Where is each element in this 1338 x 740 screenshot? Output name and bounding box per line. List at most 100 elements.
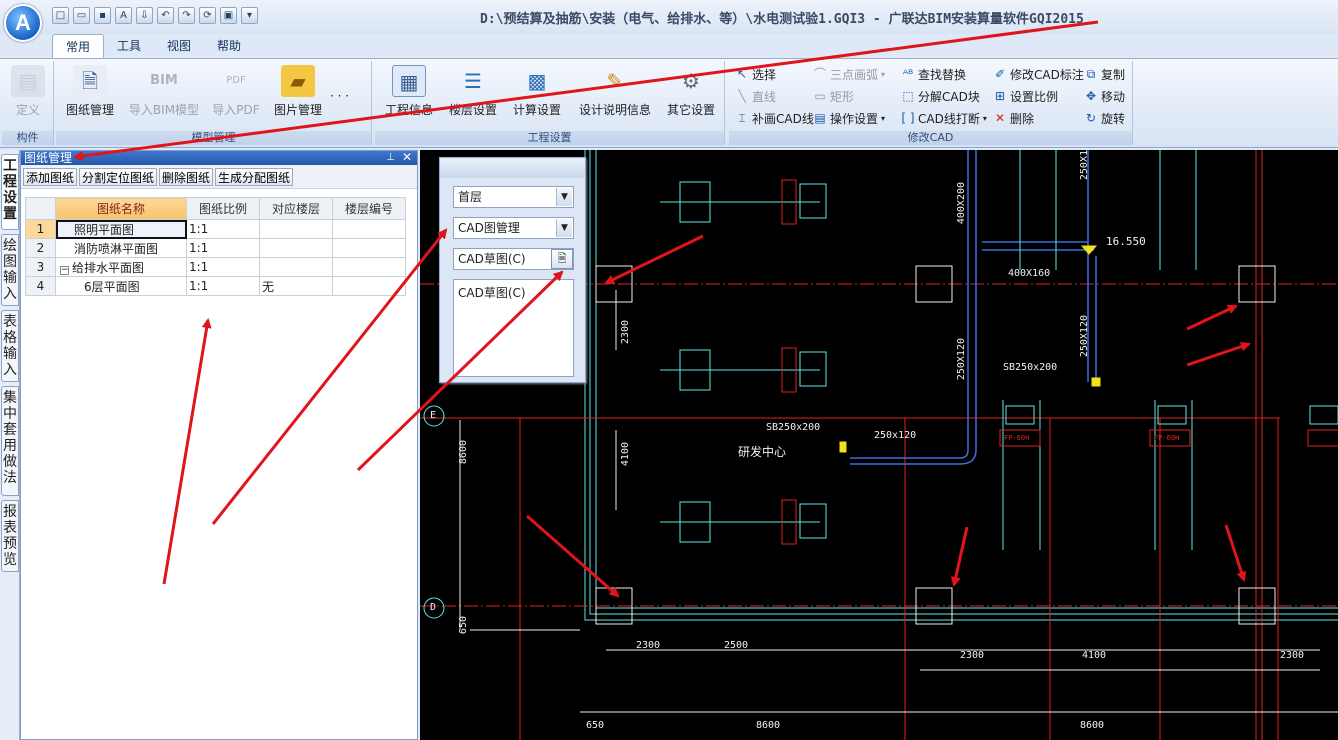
op-settings-button[interactable]: ▤ 操作设置 ▾	[813, 109, 885, 127]
undo-icon[interactable]: ↶	[157, 7, 174, 24]
break-icon: [ ]	[901, 111, 915, 125]
col-header-floor[interactable]: 对应楼层	[259, 197, 333, 220]
explode-cad-block-button[interactable]: ⬚ 分解CAD块	[901, 87, 980, 105]
floor-no-cell[interactable]	[332, 219, 406, 239]
tab-view[interactable]: 视图	[154, 34, 204, 58]
drawing-name-cell[interactable]: 消防喷淋平面图	[55, 238, 187, 258]
drawing-name-cell[interactable]: − 给排水平面图	[55, 257, 187, 277]
vtab-draw-input[interactable]: 绘图输入	[1, 234, 19, 306]
tab-common[interactable]: 常用	[52, 34, 105, 58]
delete-drawing-button[interactable]: 删除图纸	[159, 168, 214, 186]
scale-cell[interactable]: 1:1	[186, 219, 260, 239]
customize-qat-icon[interactable]: ▾	[241, 7, 258, 24]
scale-cell[interactable]: 1:1	[186, 257, 260, 277]
generate-assign-drawing-button[interactable]: 生成分配图纸	[215, 168, 294, 186]
redo-icon[interactable]: ↷	[178, 7, 195, 24]
floor-no-cell[interactable]	[332, 276, 406, 296]
copy-button[interactable]: ⧉ 复制	[1084, 65, 1125, 83]
set-scale-button[interactable]: ⊞ 设置比例	[993, 87, 1058, 105]
save-icon[interactable]: ▪	[94, 7, 111, 24]
col-header-floor-no[interactable]: 楼层编号	[332, 197, 406, 220]
table-row[interactable]: 3 − 给排水平面图 1:1	[25, 257, 406, 277]
tab-tools[interactable]: 工具	[104, 34, 154, 58]
group-model-label: 模型管理	[56, 131, 371, 145]
three-point-arc-button[interactable]: ⌒ 三点画弧 ▾	[813, 65, 885, 83]
cad-sketch-list[interactable]: CAD草图(C)	[453, 279, 574, 377]
cad-panel-header[interactable]	[440, 158, 585, 178]
cad-mgmt-select[interactable]: CAD图管理 ▼	[453, 217, 574, 239]
vtab-project-settings[interactable]: 工程设置	[1, 154, 19, 230]
draw-cad-line-button[interactable]: ⌶ 补画CAD线	[735, 109, 813, 127]
new-file-icon[interactable]: □	[52, 7, 69, 24]
floor-select[interactable]: 首层 ▼	[453, 186, 574, 208]
group-component-label: 构件	[2, 131, 53, 145]
duct-size-label: 400X160	[1008, 268, 1051, 279]
table-row[interactable]: 4 6层平面图 1:1 无	[25, 276, 406, 296]
add-drawing-button[interactable]: 添加图纸	[23, 168, 78, 186]
cad-break-button[interactable]: [ ] CAD线打断 ▾	[901, 109, 986, 127]
scale-cell[interactable]: 1:1	[186, 276, 260, 296]
vtab-apply-method[interactable]: 集中套用做法	[1, 386, 19, 496]
drawing-name-cell[interactable]: 照明平面图	[55, 219, 187, 239]
screen-icon[interactable]: ▣	[220, 7, 237, 24]
dimension-label: 4100	[1082, 650, 1107, 661]
floor-cell[interactable]	[259, 257, 333, 277]
cad-sketch-field[interactable]: CAD草图(C) 🗎	[453, 248, 574, 270]
floor-cell[interactable]	[259, 238, 333, 258]
collapse-toggle-icon[interactable]: −	[60, 265, 69, 275]
floor-no-cell[interactable]	[332, 238, 406, 258]
sketch-document-icon[interactable]: 🗎	[551, 249, 573, 269]
floor-no-cell[interactable]	[332, 257, 406, 277]
rotate-icon: ↻	[1085, 111, 1097, 125]
floor-cell[interactable]: 无	[259, 276, 333, 296]
group-project-label: 工程设置	[375, 131, 724, 145]
app-menu-button[interactable]: A	[4, 4, 42, 42]
vtab-table-input[interactable]: 表格输入	[1, 310, 19, 382]
bim-icon: BIM	[150, 73, 178, 88]
project-info-button[interactable]: ▦ 工程信息	[377, 65, 441, 123]
export-icon[interactable]: ⇩	[136, 7, 153, 24]
more-button[interactable]: · · ·	[330, 87, 349, 105]
move-button[interactable]: ✥ 移动	[1084, 87, 1125, 105]
refresh-icon[interactable]: ⟳	[199, 7, 216, 24]
design-info-button[interactable]: ✎ 设计说明信息	[575, 65, 655, 123]
line-label: 直线	[752, 89, 777, 104]
other-settings-button[interactable]: ⚙ 其它设置	[659, 65, 723, 123]
delete-button[interactable]: ✕ 删除	[993, 109, 1034, 127]
define-button[interactable]: ▤ 定义	[0, 65, 60, 123]
dimension-label: 2500	[724, 640, 749, 651]
find-replace-button[interactable]: ᴬᴮ 查找替换	[901, 65, 966, 83]
scale-icon: ⊞	[994, 89, 1006, 103]
import-bim-button[interactable]: BIM 导入BIM模型	[126, 65, 202, 123]
delete-x-icon: ✕	[994, 111, 1006, 125]
line-button[interactable]: ╲ 直线	[735, 87, 776, 105]
list-item[interactable]: CAD草图(C)	[458, 284, 569, 301]
rect-button[interactable]: ▭ 矩形	[813, 87, 854, 105]
group-modify-cad-label: 修改CAD	[729, 131, 1132, 145]
line-icon: ╲	[738, 89, 746, 103]
vtab-report-preview[interactable]: 报表预览	[1, 500, 19, 572]
pin-icon[interactable]: ⊥	[386, 151, 395, 165]
floor-cell[interactable]	[259, 219, 333, 239]
table-row[interactable]: 2 消防喷淋平面图 1:1	[25, 238, 406, 258]
modify-cad-label-button[interactable]: ✐ 修改CAD标注	[993, 65, 1084, 83]
close-icon[interactable]: ✕	[402, 150, 412, 164]
floor-settings-button[interactable]: ☰ 楼层设置	[441, 65, 505, 123]
import-pdf-button[interactable]: PDF 导入PDF	[204, 65, 268, 123]
col-header-scale[interactable]: 图纸比例	[186, 197, 260, 220]
calc-settings-label: 计算设置	[512, 103, 561, 117]
calc-settings-button[interactable]: ▩ 计算设置	[505, 65, 569, 123]
col-header-name[interactable]: 图纸名称	[55, 197, 187, 220]
drawing-mgmt-button[interactable]: 🗎 图纸管理	[58, 65, 122, 123]
save-as-icon[interactable]: A	[115, 7, 132, 24]
group-model-mgmt: 🗎 图纸管理 BIM 导入BIM模型 PDF 导入PDF ▰ 图片管理 · · …	[56, 61, 372, 145]
rotate-button[interactable]: ↻ 旋转	[1084, 109, 1125, 127]
scale-cell[interactable]: 1:1	[186, 238, 260, 258]
split-locate-drawing-button[interactable]: 分割定位图纸	[79, 168, 158, 186]
tab-help[interactable]: 帮助	[204, 34, 254, 58]
drawing-name-cell[interactable]: 6层平面图	[55, 276, 187, 296]
table-row[interactable]: 1 照明平面图 1:1	[25, 219, 406, 239]
open-folder-icon[interactable]: ▭	[73, 7, 90, 24]
image-mgmt-button[interactable]: ▰ 图片管理	[266, 65, 330, 123]
select-button[interactable]: ↖ 选择	[735, 65, 776, 83]
